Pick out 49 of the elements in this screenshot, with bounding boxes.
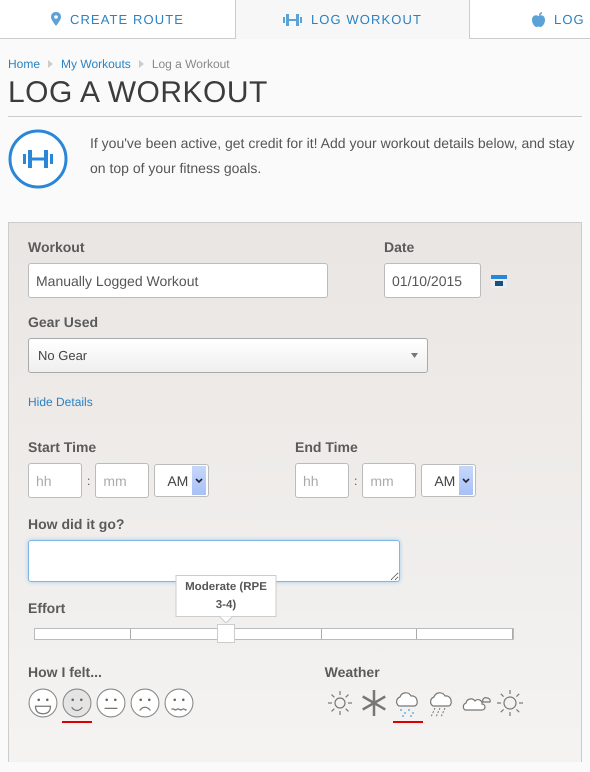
notes-field[interactable] bbox=[28, 540, 400, 582]
nav-tab[interactable]: LOG WORKOUT bbox=[235, 0, 470, 39]
chevron-down-icon bbox=[462, 478, 470, 484]
workout-name-field[interactable]: Manually Logged Workout bbox=[28, 263, 328, 298]
breadcrumb-link[interactable]: Home bbox=[8, 57, 40, 71]
field-label: How did it go? bbox=[28, 516, 124, 532]
nav-tab[interactable]: CREATE ROUTE bbox=[0, 0, 235, 39]
gear-select[interactable]: No Gear bbox=[28, 338, 428, 373]
sun-icon bbox=[494, 688, 525, 718]
hide-details-link[interactable]: Hide Details bbox=[28, 395, 93, 409]
breadcrumb-arrow-icon bbox=[138, 60, 144, 68]
nav-tab[interactable]: LOG bbox=[470, 0, 590, 39]
intro-text: If you've been active, get credit for it! Add your workout details below, and stay on top of your fitness goals. bbox=[90, 134, 576, 178]
hour-field[interactable]: hh bbox=[28, 463, 82, 498]
time-separator: : bbox=[87, 474, 90, 488]
time-separator: : bbox=[354, 474, 358, 488]
dumbbell-icon bbox=[282, 14, 302, 26]
sad-face-icon bbox=[130, 688, 160, 718]
field-label: Workout bbox=[28, 239, 85, 255]
laughing-face-icon bbox=[28, 688, 58, 718]
date-field[interactable]: 01/10/2015 bbox=[384, 263, 481, 298]
apple-icon bbox=[532, 12, 545, 26]
dumbbell-badge-icon bbox=[8, 129, 68, 189]
field-label: Start Time bbox=[28, 439, 96, 455]
period-select[interactable]: AM bbox=[421, 464, 476, 497]
chevron-down-icon bbox=[195, 478, 204, 484]
period-select[interactable]: AM bbox=[154, 464, 210, 497]
effort-tooltip: Moderate (RPE 3-4) bbox=[176, 575, 276, 617]
field-label: How I felt... bbox=[28, 664, 102, 680]
field-label: Effort bbox=[28, 600, 66, 616]
breadcrumb-current: Log a Workout bbox=[152, 57, 230, 71]
calendar-icon[interactable] bbox=[491, 274, 507, 288]
minute-field[interactable]: mm bbox=[362, 463, 416, 498]
neutral-face-icon bbox=[96, 688, 126, 718]
caret-icon bbox=[411, 353, 418, 358]
hour-field[interactable]: hh bbox=[295, 463, 349, 498]
field-label: Weather bbox=[324, 664, 380, 680]
queasy-face-icon bbox=[164, 688, 194, 718]
minute-field[interactable]: mm bbox=[95, 463, 150, 498]
field-label: End Time bbox=[295, 439, 358, 455]
page-title: LOG A WORKOUT bbox=[8, 76, 582, 117]
field-label: Date bbox=[384, 239, 414, 255]
mood-option[interactable] bbox=[62, 688, 92, 723]
breadcrumb-link[interactable]: My Workouts bbox=[61, 57, 131, 71]
breadcrumb-arrow-icon bbox=[48, 60, 54, 68]
tooltip-pointer-icon bbox=[219, 616, 233, 623]
field-label: Gear Used bbox=[28, 314, 98, 330]
location-pin-icon bbox=[50, 12, 61, 26]
smiling-face-icon bbox=[62, 688, 92, 718]
